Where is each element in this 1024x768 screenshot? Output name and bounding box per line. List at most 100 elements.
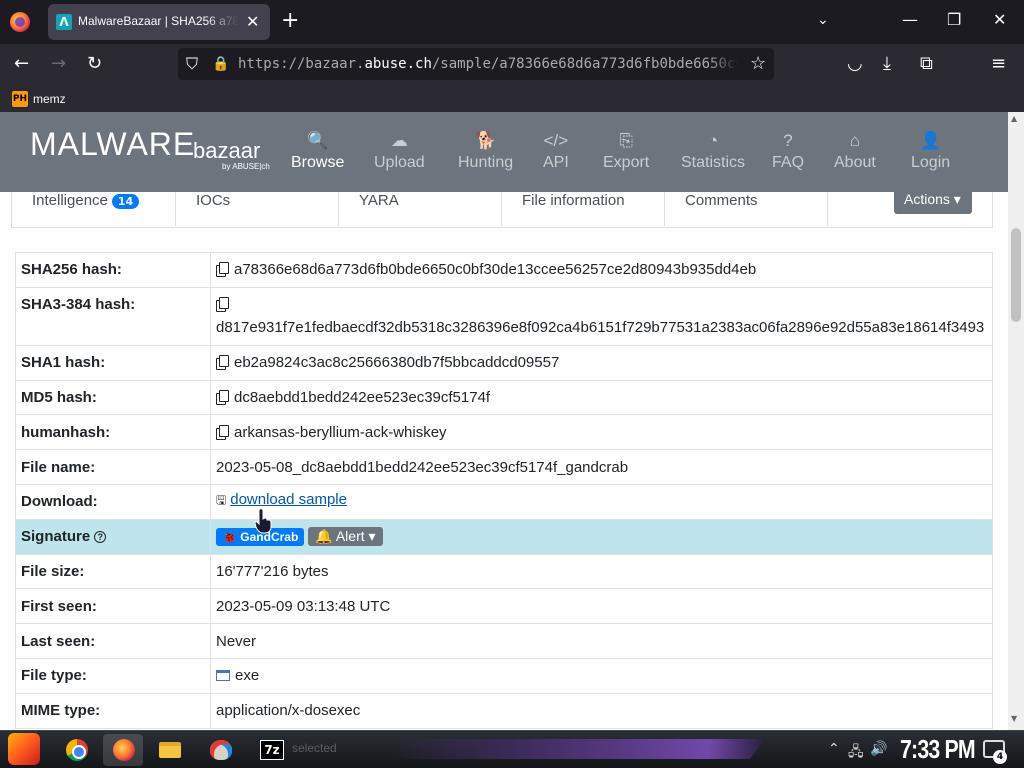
sample-info-table: SHA256 hash: a78366e68d6a773d6fb0bde6650… <box>15 252 993 729</box>
table-row: Last seen: Never <box>15 623 993 659</box>
windows-taskbar: 7z selected ⌃ 🖧 🔊 7:33 PM 4 <box>0 730 1024 768</box>
row-key: MIME type: <box>15 692 211 729</box>
help-icon[interactable]: ? <box>94 531 107 544</box>
window-close-icon[interactable]: ✕ <box>993 10 1006 29</box>
row-value: a78366e68d6a773d6fb0bde6650c0bf30de13cce… <box>210 252 993 288</box>
tab-strip: Λ MalwareBazaar | SHA256 a78366e68d6a773… <box>0 0 1024 44</box>
dog-icon: 🐕 <box>474 131 497 150</box>
copy-icon[interactable] <box>216 262 229 278</box>
row-key: File type: <box>15 657 211 694</box>
nav-api[interactable]: </> API <box>543 130 569 172</box>
copy-icon[interactable] <box>216 389 229 405</box>
logo-sub-text: bazaar <box>193 138 261 163</box>
taskbar-paint[interactable] <box>201 734 241 766</box>
signature-label: Signature <box>21 528 91 546</box>
search-icon: 🔍 <box>307 131 329 150</box>
sha3-value: d817e931f7e1fedbaecdf32db5318c3286396e8f… <box>216 319 985 337</box>
row-value: arkansas-beryllium-ack-whiskey <box>210 414 993 451</box>
table-row: humanhash: arkansas-beryllium-ack-whiske… <box>15 414 993 451</box>
sample-tabs: Intelligence 14 IOCs YARA File informatio… <box>11 184 993 228</box>
pocket-icon[interactable]: ◡ <box>847 54 863 74</box>
network-icon[interactable]: 🖧 <box>848 741 864 765</box>
new-tab-icon[interactable]: + <box>281 9 299 33</box>
start-button[interactable] <box>8 733 40 765</box>
tab-iocs[interactable]: IOCs <box>176 192 339 226</box>
filename-value: 2023-05-08_dc8aebdd1bedd242ee523ec39cf51… <box>210 449 993 485</box>
browser-tab-active[interactable]: Λ MalwareBazaar | SHA256 a78366e68d6a773… <box>48 4 270 40</box>
bookmark-star-icon[interactable]: ☆ <box>750 54 766 74</box>
scroll-down-icon[interactable]: ▼ <box>1011 714 1017 723</box>
nav-label: Statistics <box>681 154 746 171</box>
tab-comments[interactable]: Comments <box>665 192 828 226</box>
tab-yara[interactable]: YARA <box>339 192 502 226</box>
extensions-icon[interactable]: ⧉ <box>920 54 933 74</box>
url-bar[interactable]: ⛉ 🔒 https://bazaar.abuse.ch/sample/a7836… <box>178 48 774 80</box>
downloads-icon[interactable]: ⤓ <box>883 54 891 74</box>
tab-close-icon[interactable]: ✕ <box>246 12 259 31</box>
table-row: File size: 16'777'216 bytes <box>15 553 993 590</box>
row-key: Last seen: <box>15 623 211 659</box>
taskbar-7zip[interactable]: 7z <box>253 734 293 766</box>
taskbar-decoration <box>390 739 765 759</box>
table-row: Download: 🖫 download sample <box>15 483 993 520</box>
malwarebazaar-favicon-icon: Λ <box>56 14 72 30</box>
volume-icon[interactable]: 🔊 <box>870 741 887 757</box>
tab-label: Intelligence <box>32 192 108 209</box>
reload-icon[interactable]: ↻ <box>87 54 102 74</box>
taskbar-explorer[interactable] <box>150 734 190 766</box>
folder-icon <box>159 742 181 758</box>
cloud-upload-icon: ☁ <box>390 131 408 150</box>
tray-chevron-icon[interactable]: ⌃ <box>828 741 840 757</box>
lock-icon[interactable]: 🔒 <box>212 54 229 74</box>
navigation-toolbar: ← → ↻ ⛉ 🔒 https://bazaar.abuse.ch/sample… <box>0 44 1024 86</box>
7zip-icon: 7z <box>260 740 284 760</box>
minimize-icon[interactable]: — <box>902 10 918 29</box>
tab-file-information[interactable]: File information <box>502 192 665 226</box>
row-value: dc8aebdd1bedd242ee523ec39cf5174f <box>210 379 993 416</box>
actions-dropdown-button[interactable]: Actions ▾ <box>894 184 972 214</box>
nav-label: Upload <box>374 154 425 171</box>
nav-upload[interactable]: ☁ Upload <box>374 130 425 172</box>
url-text[interactable]: https://bazaar.abuse.ch/sample/a78366e68… <box>238 56 738 72</box>
nav-statistics[interactable]: ◔ Statistics <box>681 130 745 172</box>
tracking-shield-icon[interactable]: ⛉ <box>186 54 198 74</box>
back-icon[interactable]: ← <box>14 54 29 74</box>
nav-login[interactable]: 👤 Login <box>911 130 950 172</box>
list-all-tabs-icon[interactable]: ⌄ <box>817 12 829 28</box>
row-key: SHA1 hash: <box>15 344 211 381</box>
export-icon: ⎘ <box>619 131 633 150</box>
pie-chart-icon: ◔ <box>707 131 719 150</box>
window-icon <box>216 670 230 682</box>
maximize-icon[interactable]: ❐ <box>947 10 961 29</box>
scroll-up-icon[interactable]: ▲ <box>1011 114 1017 123</box>
nav-hunting[interactable]: 🐕 Hunting <box>458 130 513 172</box>
taskbar-clock[interactable]: 7:33 PM <box>900 734 976 765</box>
nav-browse[interactable]: 🔍 Browse <box>291 130 344 172</box>
hand-cursor-icon <box>254 508 272 534</box>
download-sample-link[interactable]: download sample <box>230 491 347 508</box>
alert-dropdown-button[interactable]: 🔔 Alert ▾ <box>308 527 383 547</box>
table-row: File type: exe <box>15 657 993 694</box>
copy-icon[interactable] <box>216 424 229 440</box>
nav-about[interactable]: ⌂ About <box>834 130 876 172</box>
app-menu-icon[interactable]: ≡ <box>991 54 1006 74</box>
firefox-view-icon[interactable] <box>10 12 30 32</box>
page-viewport: MALWARE bazaar by ABUSE|ch 🔍 Browse ☁ Uplo… <box>0 112 1008 730</box>
page-scrollbar[interactable]: ▲ ▼ <box>1008 112 1024 730</box>
tab-label: YARA <box>359 192 399 209</box>
filetype-value: exe <box>235 667 260 685</box>
tab-intelligence[interactable]: Intelligence 14 <box>12 192 176 226</box>
taskbar-chrome[interactable] <box>56 734 96 766</box>
scroll-thumb[interactable] <box>1011 228 1021 322</box>
sha1-value: eb2a9824c3ac8c25666380db7f5bbcaddcd09557 <box>234 354 560 372</box>
bookmarks-toolbar: PH memz <box>0 86 1024 112</box>
tab-label: Comments <box>685 192 758 209</box>
taskbar-firefox[interactable] <box>103 734 143 766</box>
nav-export[interactable]: ⎘ Export <box>603 130 649 172</box>
table-row: Signature? 🐞 GandCrab 🔔 Alert ▾ <box>15 518 993 555</box>
table-row: SHA3-384 hash: d817e931f7e1fedbaecdf32db… <box>15 286 993 346</box>
forward-icon[interactable]: → <box>51 54 66 74</box>
nav-faq[interactable]: ? FAQ <box>772 130 804 172</box>
copy-icon[interactable] <box>216 355 229 371</box>
copy-icon[interactable] <box>216 297 229 313</box>
